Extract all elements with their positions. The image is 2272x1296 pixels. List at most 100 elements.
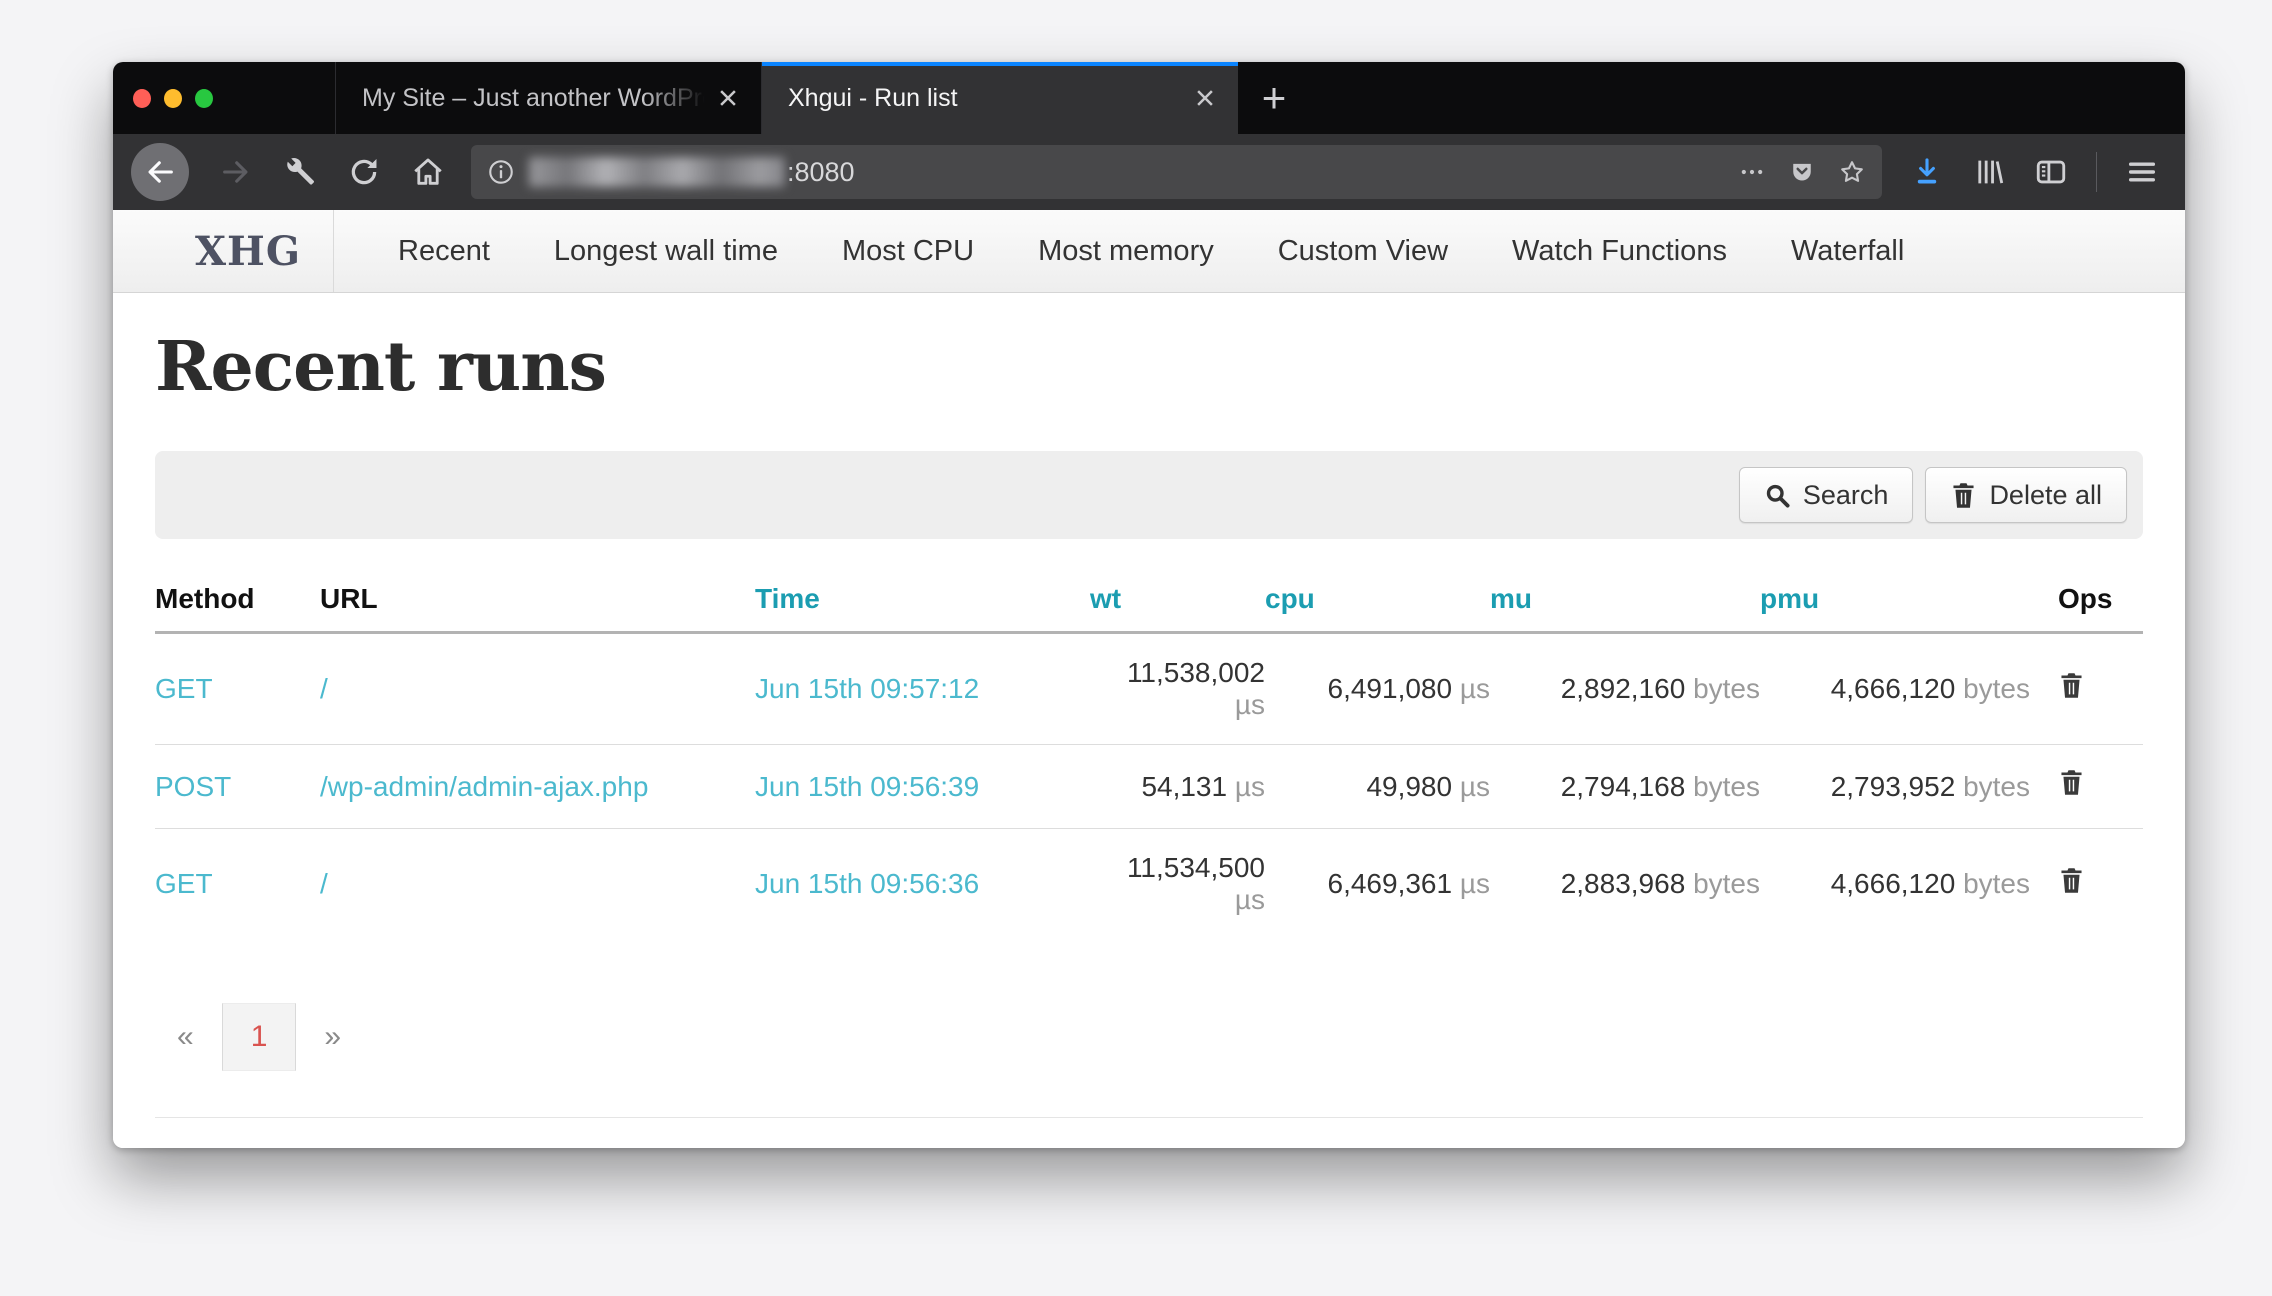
- mu-value: 2,883,968: [1561, 868, 1686, 899]
- xhgui-nav-links: Recent Longest wall time Most CPU Most m…: [398, 210, 1904, 292]
- col-mu-sort[interactable]: mu: [1490, 583, 1532, 614]
- table-header-row: Method URL Time wt cpu mu pmu Ops: [155, 565, 2143, 633]
- developer-tools-button[interactable]: [283, 155, 317, 189]
- pagination-next[interactable]: »: [302, 1020, 363, 1054]
- close-window-button[interactable]: [133, 89, 151, 108]
- close-tab-icon[interactable]: [713, 83, 743, 113]
- table-row: GET / Jun 15th 09:56:36 11,534,500 µs 6,…: [155, 829, 2143, 940]
- page-content: XHG Recent Longest wall time Most CPU Mo…: [113, 210, 2185, 1148]
- delete-run-button[interactable]: [2058, 768, 2086, 798]
- mu-value: 2,892,160: [1561, 673, 1686, 704]
- wt-unit: µs: [1235, 884, 1265, 915]
- run-method-link[interactable]: POST: [155, 771, 231, 802]
- main-content: Recent runs Search Delete all: [113, 327, 2185, 1148]
- bookmark-star-icon[interactable]: [1838, 158, 1866, 186]
- trash-icon: [2058, 768, 2085, 797]
- pagination-page-1[interactable]: 1: [222, 1003, 297, 1071]
- cpu-unit: µs: [1460, 868, 1490, 899]
- search-button[interactable]: Search: [1739, 467, 1914, 523]
- downloads-icon[interactable]: [1910, 155, 1944, 189]
- toolbar-right-icons: [1910, 152, 2167, 192]
- forward-button[interactable]: [219, 155, 253, 189]
- nav-item-most-cpu[interactable]: Most CPU: [842, 235, 974, 268]
- run-time-link[interactable]: Jun 15th 09:57:12: [755, 673, 979, 704]
- actions-toolbar: Search Delete all: [155, 451, 2143, 539]
- toolbar-divider: [2096, 152, 2097, 192]
- run-url-link[interactable]: /: [320, 868, 328, 899]
- sidebar-toggle-icon[interactable]: [2034, 155, 2068, 189]
- forward-arrow-icon: [219, 155, 253, 189]
- tab-title: Xhgui - Run list: [788, 84, 1182, 113]
- col-cpu-sort[interactable]: cpu: [1265, 583, 1315, 614]
- nav-item-most-memory[interactable]: Most memory: [1038, 235, 1214, 268]
- table-row: GET / Jun 15th 09:57:12 11,538,002 µs 6,…: [155, 633, 2143, 745]
- window-controls: [113, 62, 213, 134]
- xhgui-navbar: XHG Recent Longest wall time Most CPU Mo…: [113, 210, 2185, 293]
- navigation-toolbar: :8080: [113, 134, 2185, 210]
- tab-strip-spacer: [213, 62, 336, 134]
- pagination-prev[interactable]: «: [155, 1020, 216, 1054]
- col-url: URL: [320, 565, 755, 633]
- mu-value: 2,794,168: [1561, 771, 1686, 802]
- mu-unit: bytes: [1693, 868, 1760, 899]
- mu-unit: bytes: [1693, 673, 1760, 704]
- run-method-link[interactable]: GET: [155, 868, 213, 899]
- tab-wordpress-site[interactable]: My Site – Just another WordPress si: [336, 62, 762, 134]
- search-icon: [1764, 482, 1791, 509]
- home-button[interactable]: [411, 155, 445, 189]
- run-time-link[interactable]: Jun 15th 09:56:39: [755, 771, 979, 802]
- tab-xhgui-run-list[interactable]: Xhgui - Run list: [762, 62, 1238, 134]
- pagination: « 1 »: [155, 1003, 2143, 1071]
- delete-all-button[interactable]: Delete all: [1925, 467, 2127, 523]
- nav-item-custom-view[interactable]: Custom View: [1278, 235, 1448, 268]
- pmu-value: 2,793,952: [1831, 771, 1956, 802]
- wt-value: 11,534,500: [1127, 852, 1265, 883]
- reload-icon: [347, 155, 381, 189]
- close-tab-icon[interactable]: [1190, 83, 1220, 113]
- pocket-icon[interactable]: [1788, 158, 1816, 186]
- col-time-sort[interactable]: Time: [755, 583, 820, 614]
- wt-unit: µs: [1235, 771, 1265, 802]
- back-button[interactable]: [131, 143, 189, 201]
- minimize-window-button[interactable]: [164, 89, 182, 108]
- pmu-unit: bytes: [1963, 868, 2030, 899]
- back-arrow-icon: [143, 155, 177, 189]
- nav-item-waterfall[interactable]: Waterfall: [1791, 235, 1904, 268]
- cpu-unit: µs: [1460, 771, 1490, 802]
- library-icon[interactable]: [1972, 155, 2006, 189]
- delete-run-button[interactable]: [2058, 671, 2086, 701]
- reload-button[interactable]: [347, 155, 381, 189]
- tab-bar: My Site – Just another WordPress si Xhgu…: [113, 62, 2185, 134]
- browser-window: My Site – Just another WordPress si Xhgu…: [113, 62, 2185, 1148]
- run-url-link[interactable]: /wp-admin/admin-ajax.php: [320, 771, 648, 802]
- wt-value: 11,538,002: [1127, 657, 1265, 688]
- col-pmu-sort[interactable]: pmu: [1760, 583, 1819, 614]
- address-bar[interactable]: :8080: [471, 145, 1882, 199]
- page-actions-icon[interactable]: [1738, 158, 1766, 186]
- col-wt-sort[interactable]: wt: [1090, 583, 1121, 614]
- cpu-value: 6,491,080: [1328, 673, 1453, 704]
- nav-item-recent[interactable]: Recent: [398, 235, 490, 268]
- site-info-icon[interactable]: [487, 158, 515, 186]
- cpu-value: 6,469,361: [1328, 868, 1453, 899]
- nav-item-watch-functions[interactable]: Watch Functions: [1512, 235, 1727, 268]
- delete-run-button[interactable]: [2058, 866, 2086, 896]
- url-port: :8080: [787, 157, 855, 188]
- mu-unit: bytes: [1693, 771, 1760, 802]
- table-row: POST /wp-admin/admin-ajax.php Jun 15th 0…: [155, 745, 2143, 829]
- run-time-link[interactable]: Jun 15th 09:56:36: [755, 868, 979, 899]
- nav-item-longest-wall-time[interactable]: Longest wall time: [554, 235, 778, 268]
- pmu-value: 4,666,120: [1831, 868, 1956, 899]
- tab-title: My Site – Just another WordPress si: [362, 84, 705, 113]
- new-tab-button[interactable]: +: [1238, 62, 1310, 134]
- menu-hamburger-icon[interactable]: [2125, 155, 2159, 189]
- xhgui-logo[interactable]: XHG: [113, 210, 334, 292]
- pmu-unit: bytes: [1963, 771, 2030, 802]
- wrench-icon: [283, 155, 317, 189]
- col-method: Method: [155, 565, 320, 633]
- run-method-link[interactable]: GET: [155, 673, 213, 704]
- pmu-unit: bytes: [1963, 673, 2030, 704]
- run-url-link[interactable]: /: [320, 673, 328, 704]
- home-icon: [411, 155, 445, 189]
- zoom-window-button[interactable]: [195, 89, 213, 108]
